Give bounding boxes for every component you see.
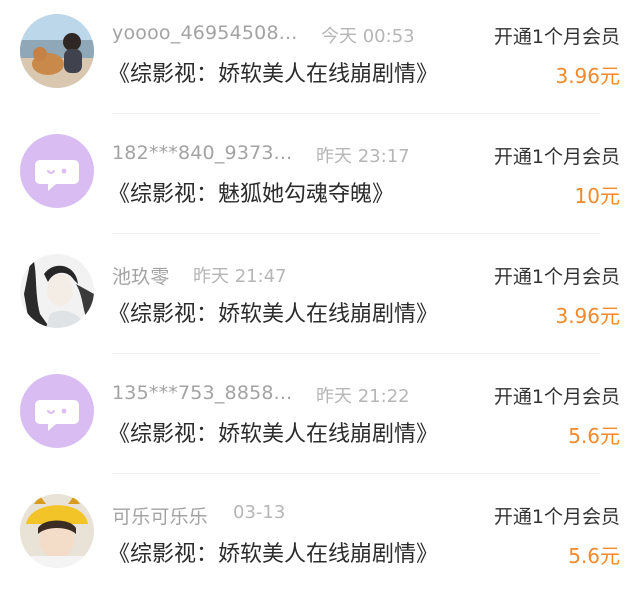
photo-avatar-image (20, 14, 94, 88)
list-item[interactable]: yoooo_46954508... 今天 00:53 《综影视：娇软美人在线崩剧… (0, 0, 640, 120)
membership-plan: 开通1个月会员 (493, 146, 620, 168)
row-divider (112, 113, 600, 114)
order-time: 03-13 (233, 502, 286, 523)
order-time: 昨天 21:47 (193, 266, 287, 287)
user-avatar-photo[interactable] (20, 14, 94, 88)
membership-plan: 开通1个月会员 (493, 386, 620, 408)
order-time: 昨天 23:17 (316, 146, 410, 167)
row-divider (112, 233, 600, 234)
username: 可乐可乐乐 (112, 506, 209, 528)
user-avatar-default[interactable] (20, 374, 94, 448)
order-list: yoooo_46954508... 今天 00:53 《综影视：娇软美人在线崩剧… (0, 0, 640, 604)
list-item[interactable]: 池玖零 昨天 21:47 《综影视：娇软美人在线崩剧情》 开通1个月会员 3.9… (0, 240, 640, 360)
user-avatar-illustration[interactable] (20, 254, 94, 328)
row-divider (112, 473, 600, 474)
illustration-avatar-image (20, 254, 94, 328)
photo-avatar-image (20, 494, 94, 568)
default-chat-avatar-icon (20, 134, 94, 208)
membership-plan: 开通1个月会员 (493, 506, 620, 528)
price: 3.96元 (555, 304, 620, 328)
username: 池玖零 (112, 266, 170, 288)
book-title: 《综影视：娇软美人在线崩剧情》 (108, 422, 439, 447)
row-divider (112, 353, 600, 354)
username: 135***753_8858... (112, 382, 293, 404)
membership-plan: 开通1个月会员 (493, 26, 620, 48)
list-item[interactable]: 135***753_8858... 昨天 21:22 《综影视：娇软美人在线崩剧… (0, 360, 640, 480)
book-title: 《综影视：魅狐她勾魂夺魄》 (108, 182, 395, 207)
order-time: 今天 00:53 (321, 26, 415, 47)
price: 3.96元 (555, 64, 620, 88)
user-avatar-default[interactable] (20, 134, 94, 208)
order-time: 昨天 21:22 (316, 386, 410, 407)
book-title: 《综影视：娇软美人在线崩剧情》 (108, 302, 439, 327)
default-chat-avatar-icon (20, 374, 94, 448)
username: yoooo_46954508... (112, 22, 298, 44)
price: 5.6元 (568, 424, 620, 448)
book-title: 《综影视：娇软美人在线崩剧情》 (108, 62, 439, 87)
price: 10元 (574, 184, 620, 208)
list-item[interactable]: 182***840_9373... 昨天 23:17 《综影视：魅狐她勾魂夺魄》… (0, 120, 640, 240)
user-avatar-photo[interactable] (20, 494, 94, 568)
username: 182***840_9373... (112, 142, 293, 164)
price: 5.6元 (568, 544, 620, 568)
membership-plan: 开通1个月会员 (493, 266, 620, 288)
list-item[interactable]: 可乐可乐乐 03-13 《综影视：娇软美人在线崩剧情》 开通1个月会员 5.6元 (0, 480, 640, 600)
book-title: 《综影视：娇软美人在线崩剧情》 (108, 542, 439, 567)
